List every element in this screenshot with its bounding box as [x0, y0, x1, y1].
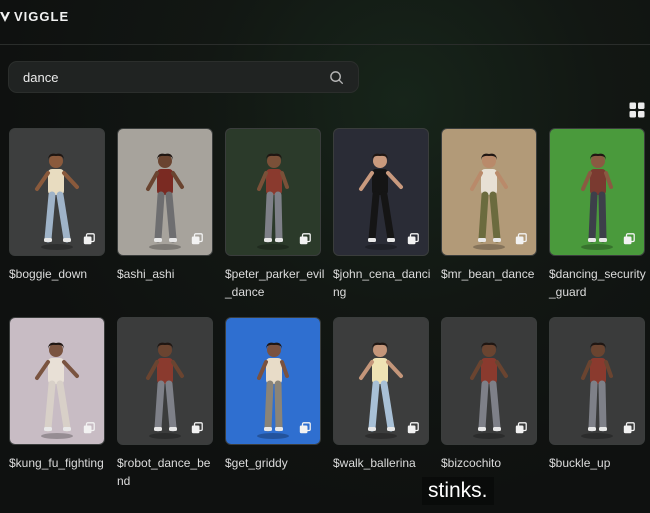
template-thumbnail[interactable]	[333, 128, 429, 256]
template-card[interactable]: $kung_fu_fighting	[9, 317, 105, 472]
copy-icon[interactable]	[515, 422, 527, 434]
template-label[interactable]: $bizcochito	[441, 454, 541, 472]
template-label[interactable]: $buckle_up	[549, 454, 649, 472]
copy-icon[interactable]	[515, 233, 527, 245]
template-card[interactable]: $robot_dance_bend	[117, 317, 213, 490]
copy-icon[interactable]	[191, 233, 203, 245]
template-card[interactable]: $walk_ballerina	[333, 317, 429, 472]
top-bar: VIGGLE	[0, 0, 650, 45]
template-thumbnail[interactable]	[9, 128, 105, 256]
template-label[interactable]: $mr_bean_dance	[441, 265, 541, 283]
copy-icon[interactable]	[299, 233, 311, 245]
brand-logo[interactable]: VIGGLE	[0, 9, 69, 24]
template-label[interactable]: $boggie_down	[9, 265, 109, 283]
template-card[interactable]: $ashi_ashi	[117, 128, 213, 283]
copy-icon[interactable]	[623, 233, 635, 245]
copy-icon[interactable]	[407, 422, 419, 434]
template-thumbnail[interactable]	[225, 128, 321, 256]
template-thumbnail[interactable]	[333, 317, 429, 445]
template-thumbnail[interactable]	[441, 128, 537, 256]
template-thumbnail[interactable]	[441, 317, 537, 445]
template-card[interactable]: $peter_parker_evil_dance	[225, 128, 324, 301]
template-card[interactable]: $buckle_up	[549, 317, 645, 472]
search-input[interactable]	[23, 62, 313, 92]
copy-icon[interactable]	[623, 422, 635, 434]
template-label[interactable]: $walk_ballerina	[333, 454, 433, 472]
template-label[interactable]: $robot_dance_bend	[117, 454, 217, 490]
search-bar	[8, 61, 359, 93]
template-thumbnail[interactable]	[9, 317, 105, 445]
template-label[interactable]: $ashi_ashi	[117, 265, 217, 283]
copy-icon[interactable]	[407, 233, 419, 245]
viggle-logo-icon	[0, 11, 10, 22]
app-window: VIGGLE $boggie_down$ashi_ashi$peter_park…	[0, 0, 650, 513]
template-card[interactable]: $get_griddy	[225, 317, 321, 472]
template-label[interactable]: $john_cena_dancing	[333, 265, 433, 301]
template-thumbnail[interactable]	[549, 317, 645, 445]
template-label[interactable]: $kung_fu_fighting	[9, 454, 109, 472]
copy-icon[interactable]	[83, 233, 95, 245]
template-card[interactable]: $john_cena_dancing	[333, 128, 430, 301]
copy-icon[interactable]	[191, 422, 203, 434]
grid-view-icon[interactable]	[629, 102, 645, 118]
template-thumbnail[interactable]	[117, 317, 213, 445]
template-card[interactable]: $bizcochito	[441, 317, 537, 472]
template-label[interactable]: $dancing_security_guard	[549, 265, 649, 301]
template-card[interactable]: $dancing_security_guard	[549, 128, 646, 301]
template-thumbnail[interactable]	[117, 128, 213, 256]
template-label[interactable]: $peter_parker_evil_dance	[225, 265, 325, 301]
copy-icon[interactable]	[299, 422, 311, 434]
template-thumbnail[interactable]	[225, 317, 321, 445]
video-subtitle: stinks.	[422, 477, 494, 505]
copy-icon[interactable]	[83, 422, 95, 434]
search-icon[interactable]	[329, 70, 344, 85]
brand-name: VIGGLE	[14, 9, 70, 24]
template-card[interactable]: $boggie_down	[9, 128, 105, 283]
template-thumbnail[interactable]	[549, 128, 645, 256]
template-label[interactable]: $get_griddy	[225, 454, 325, 472]
template-card[interactable]: $mr_bean_dance	[441, 128, 537, 283]
